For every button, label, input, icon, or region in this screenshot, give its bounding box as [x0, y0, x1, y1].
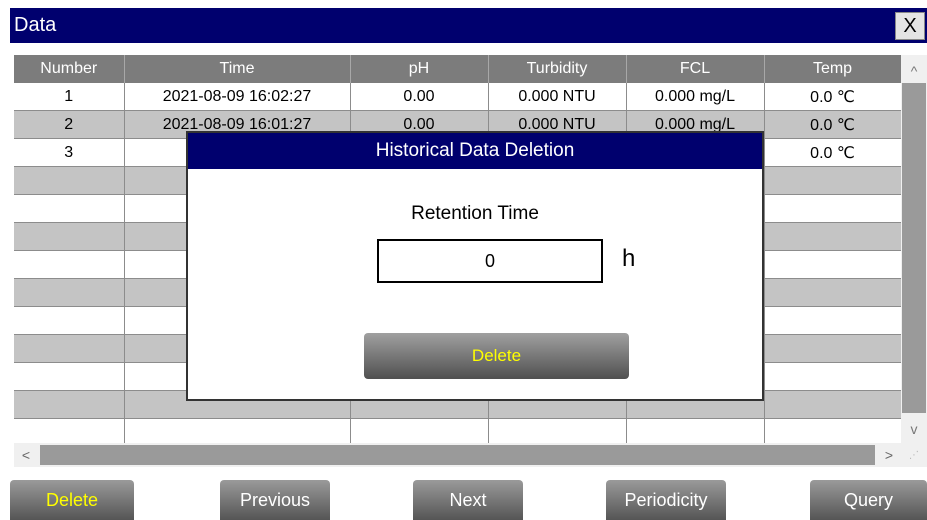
cell-ph: 0.00 [350, 83, 489, 111]
chevron-down-icon[interactable]: v [901, 419, 927, 439]
query-button[interactable]: Query [810, 480, 927, 520]
cell-temp [764, 306, 901, 335]
column-header-fcl[interactable]: FCL [626, 55, 765, 83]
column-header-temp[interactable]: Temp [764, 55, 901, 83]
cell-turbidity: 0.000 NTU [488, 83, 627, 111]
cell-time: 2021-08-09 16:02:27 [124, 83, 351, 111]
vertical-scroll-thumb[interactable] [902, 83, 926, 413]
chevron-right-icon[interactable]: > [877, 443, 901, 467]
chevron-up-icon[interactable]: ^ [901, 61, 927, 81]
table-row[interactable]: 1 2021-08-09 16:02:27 0.00 0.000 NTU 0.000 m… [14, 83, 901, 111]
cell-temp [764, 278, 901, 307]
cell-temp: 0.0 ℃ [764, 110, 901, 139]
cell-temp [764, 334, 901, 363]
cell-number [14, 418, 125, 443]
cell-temp [764, 418, 901, 443]
column-header-number[interactable]: Number [14, 55, 125, 83]
chevron-left-icon[interactable]: < [14, 443, 38, 467]
cell-temp [764, 222, 901, 251]
cell-temp: 0.0 ℃ [764, 138, 901, 167]
cell-number [14, 166, 125, 195]
cell-number [14, 278, 125, 307]
table-header-row: Number Time pH Turbidity FCL Temp [14, 55, 901, 83]
cell-number [14, 194, 125, 223]
horizontal-scrollbar[interactable]: < > [14, 443, 901, 467]
cell-temp [764, 362, 901, 391]
cell-ph [350, 418, 489, 443]
retention-time-input[interactable]: 0 [377, 239, 603, 283]
cell-time [124, 418, 351, 443]
cell-temp [764, 390, 901, 419]
cell-temp [764, 194, 901, 223]
column-header-time[interactable]: Time [124, 55, 351, 83]
resize-grip-icon: ⋰ [901, 443, 927, 467]
dialog-title: Historical Data Deletion [188, 133, 762, 169]
table-row[interactable] [14, 418, 901, 443]
next-button[interactable]: Next [413, 480, 523, 520]
cell-temp [764, 166, 901, 195]
horizontal-scroll-thumb[interactable] [40, 445, 875, 465]
cell-turbidity [488, 418, 627, 443]
close-button[interactable]: X [895, 12, 925, 40]
cell-fcl: 0.000 mg/L [626, 83, 765, 111]
window-titlebar: Data X [10, 8, 927, 43]
cell-number [14, 222, 125, 251]
column-header-turbidity[interactable]: Turbidity [488, 55, 627, 83]
cell-temp [764, 250, 901, 279]
cell-number [14, 362, 125, 391]
cell-number [14, 390, 125, 419]
column-header-ph[interactable]: pH [350, 55, 489, 83]
cell-number [14, 306, 125, 335]
vertical-scrollbar[interactable]: ^ v [901, 55, 927, 443]
delete-tab-button[interactable]: Delete [10, 480, 134, 520]
retention-unit-label: h [622, 245, 636, 272]
window-title: Data [14, 14, 57, 36]
historical-data-deletion-dialog: Historical Data Deletion Retention Time … [186, 131, 764, 401]
cell-number [14, 250, 125, 279]
dialog-delete-button[interactable]: Delete [364, 333, 629, 379]
cell-number: 2 [14, 110, 125, 139]
cell-number: 1 [14, 83, 125, 111]
retention-time-label: Retention Time [411, 203, 539, 224]
cell-temp: 0.0 ℃ [764, 83, 901, 111]
cell-fcl [626, 418, 765, 443]
previous-button[interactable]: Previous [220, 480, 330, 520]
cell-number [14, 334, 125, 363]
periodicity-button[interactable]: Periodicity [606, 480, 726, 520]
cell-number: 3 [14, 138, 125, 167]
